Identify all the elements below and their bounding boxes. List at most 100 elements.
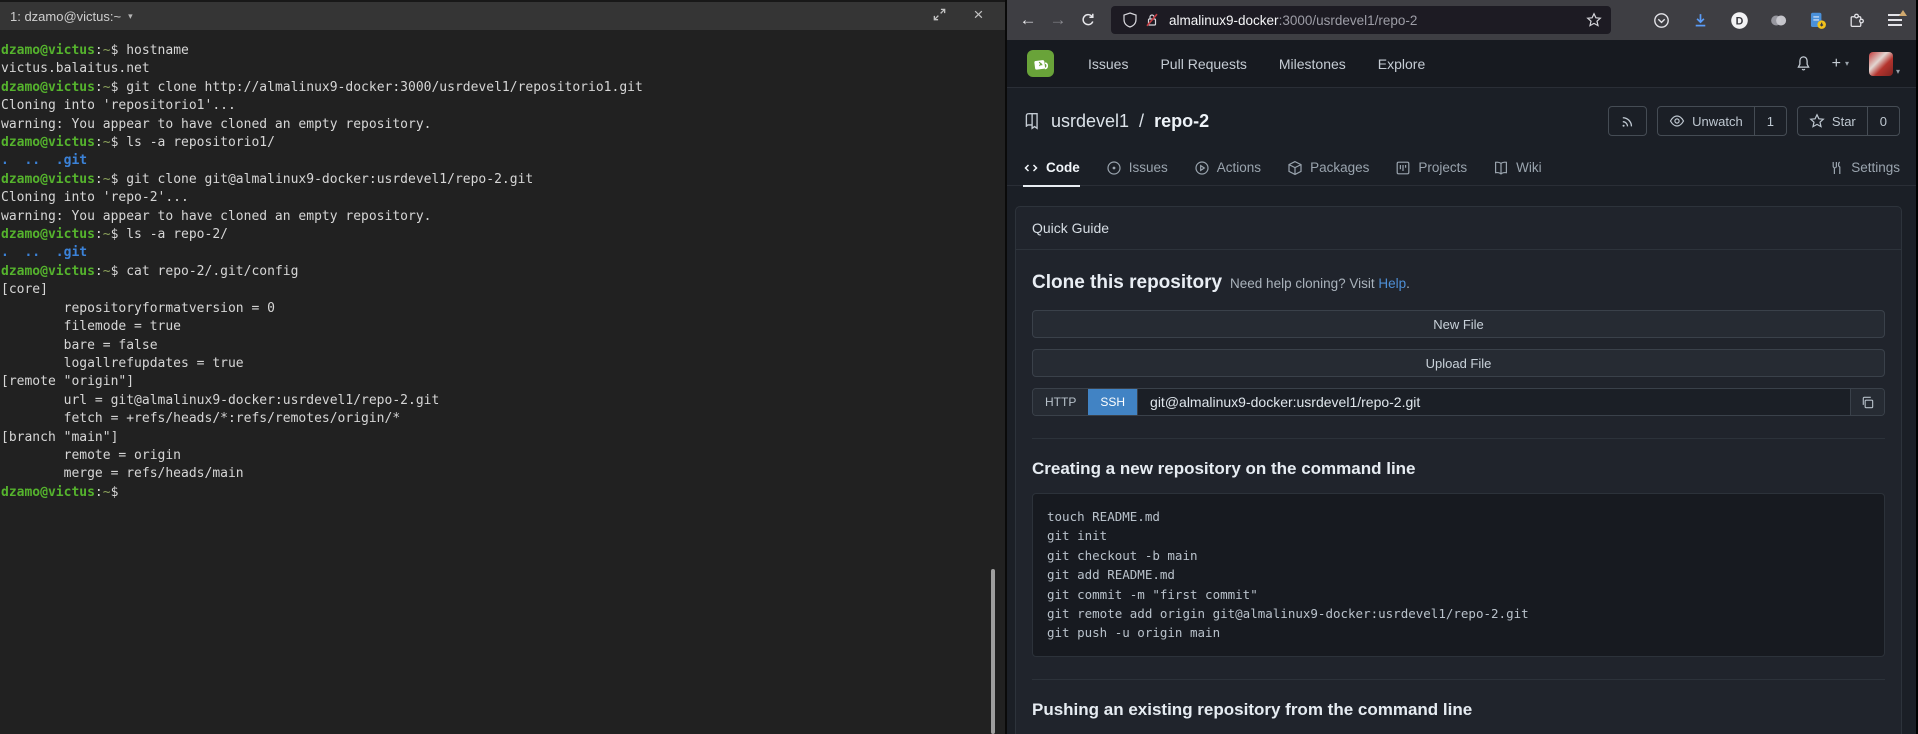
close-window-icon[interactable]: ×	[970, 6, 987, 23]
chevron-down-icon: ▾	[1845, 59, 1849, 68]
terminal-line: fetch = +refs/heads/*:refs/remotes/origi…	[1, 410, 1005, 428]
terminal-text-segment: [remote "origin"]	[1, 374, 134, 389]
new-file-button[interactable]: New File	[1032, 310, 1885, 338]
back-button[interactable]: ←	[1013, 6, 1043, 34]
stars-count[interactable]: 0	[1867, 107, 1899, 135]
repo-name-link[interactable]: repo-2	[1154, 111, 1209, 132]
copy-url-button[interactable]	[1850, 389, 1884, 415]
tab-actions[interactable]: Actions	[1194, 150, 1261, 186]
terminal-text-segment: dzamo@victus	[1, 80, 95, 95]
ssh-protocol-button[interactable]: SSH	[1088, 389, 1137, 415]
terminal-text-segment: .	[1, 245, 9, 260]
terminal-text-segment: ..	[24, 245, 40, 260]
terminal-text-segment: merge = refs/heads/main	[1, 466, 244, 481]
terminal-scrollbar[interactable]	[991, 569, 995, 734]
forward-button[interactable]: →	[1043, 6, 1073, 34]
terminal-text-segment: dzamo@victus	[1, 43, 95, 58]
terminal-text-segment: $	[111, 227, 127, 242]
terminal-text-segment: dzamo@victus	[1, 135, 95, 150]
menu-hamburger-icon[interactable]	[1884, 9, 1906, 31]
terminal-text-segment: warning: You appear to have cloned an em…	[1, 209, 431, 224]
terminal-text-segment	[9, 153, 25, 168]
insecure-lock-icon[interactable]	[1141, 9, 1163, 31]
terminal-line: [core]	[1, 281, 1005, 299]
terminal-line: dzamo@victus:~$	[1, 484, 1005, 502]
nav-item-milestones[interactable]: Milestones	[1279, 56, 1346, 72]
gitea-nav-links: Issues Pull Requests Milestones Explore	[1088, 56, 1425, 72]
notifications-bell-icon[interactable]	[1795, 55, 1812, 72]
terminal-line: remote = origin	[1, 447, 1005, 465]
tab-issues[interactable]: Issues	[1106, 150, 1168, 186]
terminal-text-segment: fetch = +refs/heads/*:refs/remotes/origi…	[1, 411, 400, 426]
repo-header: usrdevel1 / repo-2	[1007, 88, 1916, 150]
url-text[interactable]: almalinux9-docker:3000/usrdevel1/repo-2	[1169, 13, 1583, 28]
chevron-down-icon: ▾	[1896, 67, 1900, 76]
terminal-text-segment: Cloning into 'repo-2'...	[1, 190, 189, 205]
eye-icon	[1669, 113, 1685, 129]
terminal-line: [remote "origin"]	[1, 373, 1005, 391]
tab-wiki[interactable]: Wiki	[1493, 150, 1542, 186]
clone-help-text: Need help cloning? Visit Help.	[1230, 276, 1410, 291]
terminal-text-segment: bare = false	[1, 338, 158, 353]
chevron-down-icon[interactable]: ▾	[128, 11, 133, 22]
url-bar[interactable]: almalinux9-docker:3000/usrdevel1/repo-2	[1111, 6, 1611, 34]
reload-button[interactable]	[1073, 6, 1103, 34]
extension-circles-icon[interactable]	[1767, 9, 1789, 31]
tab-projects[interactable]: Projects	[1395, 150, 1467, 186]
repo-tabs: Code Issues Actions	[1007, 150, 1916, 186]
terminal-line: Cloning into 'repositorio1'...	[1, 97, 1005, 115]
nav-item-issues[interactable]: Issues	[1088, 56, 1128, 72]
terminal-text-segment: victus.balaitus.net	[1, 61, 150, 76]
terminal-text-segment: ~	[103, 43, 111, 58]
terminal-text-segment: :	[95, 227, 103, 242]
tab-packages[interactable]: Packages	[1287, 150, 1369, 186]
nav-item-pull-requests[interactable]: Pull Requests	[1160, 56, 1246, 72]
create-repo-code-block[interactable]: touch README.md git init git checkout -b…	[1032, 493, 1885, 657]
star-icon	[1809, 113, 1825, 129]
gitea-logo[interactable]	[1027, 50, 1054, 77]
terminal-text-segment: $	[111, 80, 127, 95]
rss-button[interactable]	[1608, 106, 1647, 136]
unwatch-button[interactable]: Unwatch	[1658, 107, 1754, 135]
pocket-icon[interactable]	[1650, 9, 1672, 31]
help-link[interactable]: Help	[1378, 276, 1406, 291]
star-button-group: Star 0	[1797, 106, 1900, 136]
terminal-titlebar[interactable]: 1: dzamo@victus:~ ▾ ×	[0, 0, 1005, 30]
package-icon	[1287, 160, 1303, 176]
clone-url-input[interactable]: git@almalinux9-docker:usrdevel1/repo-2.g…	[1137, 389, 1850, 415]
downloads-icon[interactable]	[1689, 9, 1711, 31]
quick-guide-card: Quick Guide Clone this repository Need h…	[1015, 206, 1902, 734]
menu-update-badge	[1899, 10, 1907, 16]
terminal-text-segment: ~	[103, 172, 111, 187]
quick-guide-body: Clone this repository Need help cloning?…	[1016, 250, 1901, 734]
repo-title: usrdevel1 / repo-2	[1023, 111, 1209, 132]
star-button[interactable]: Star	[1798, 107, 1867, 135]
extension-d-icon[interactable]: D	[1728, 9, 1750, 31]
clone-url-row: HTTP SSH git@almalinux9-docker:usrdevel1…	[1032, 388, 1885, 416]
nav-item-explore[interactable]: Explore	[1378, 56, 1425, 72]
shield-icon[interactable]	[1119, 9, 1141, 31]
terminal-text-segment: .git	[56, 153, 87, 168]
terminal-text-segment: :	[95, 485, 103, 500]
terminal-text-segment: Cloning into 'repositorio1'...	[1, 98, 236, 113]
tab-settings[interactable]: Settings	[1828, 150, 1900, 186]
extension-doc-download-icon[interactable]	[1806, 9, 1828, 31]
watchers-count[interactable]: 1	[1754, 107, 1786, 135]
bookmark-star-icon[interactable]	[1583, 9, 1605, 31]
clone-heading: Clone this repository	[1032, 272, 1222, 294]
tab-code[interactable]: Code	[1023, 150, 1080, 186]
terminal-line: dzamo@victus:~$ git clone http://almalin…	[1, 79, 1005, 97]
upload-file-button[interactable]: Upload File	[1032, 349, 1885, 377]
repo-owner-link[interactable]: usrdevel1	[1051, 111, 1129, 132]
terminal-text-segment: dzamo@victus	[1, 227, 95, 242]
extensions-puzzle-icon[interactable]	[1845, 9, 1867, 31]
terminal-text-segment	[9, 245, 25, 260]
terminal-title: 1: dzamo@victus:~ ▾	[10, 9, 133, 24]
terminal-text-segment: repositoryformatversion = 0	[1, 301, 275, 316]
repo-separator: /	[1139, 111, 1144, 132]
create-new-dropdown[interactable]: +▾	[1832, 55, 1849, 73]
user-menu[interactable]: ▾	[1869, 52, 1900, 76]
restore-window-icon[interactable]	[931, 6, 948, 23]
http-protocol-button[interactable]: HTTP	[1033, 389, 1088, 415]
terminal-body[interactable]: dzamo@victus:~$ hostnamevictus.balaitus.…	[0, 30, 1005, 502]
